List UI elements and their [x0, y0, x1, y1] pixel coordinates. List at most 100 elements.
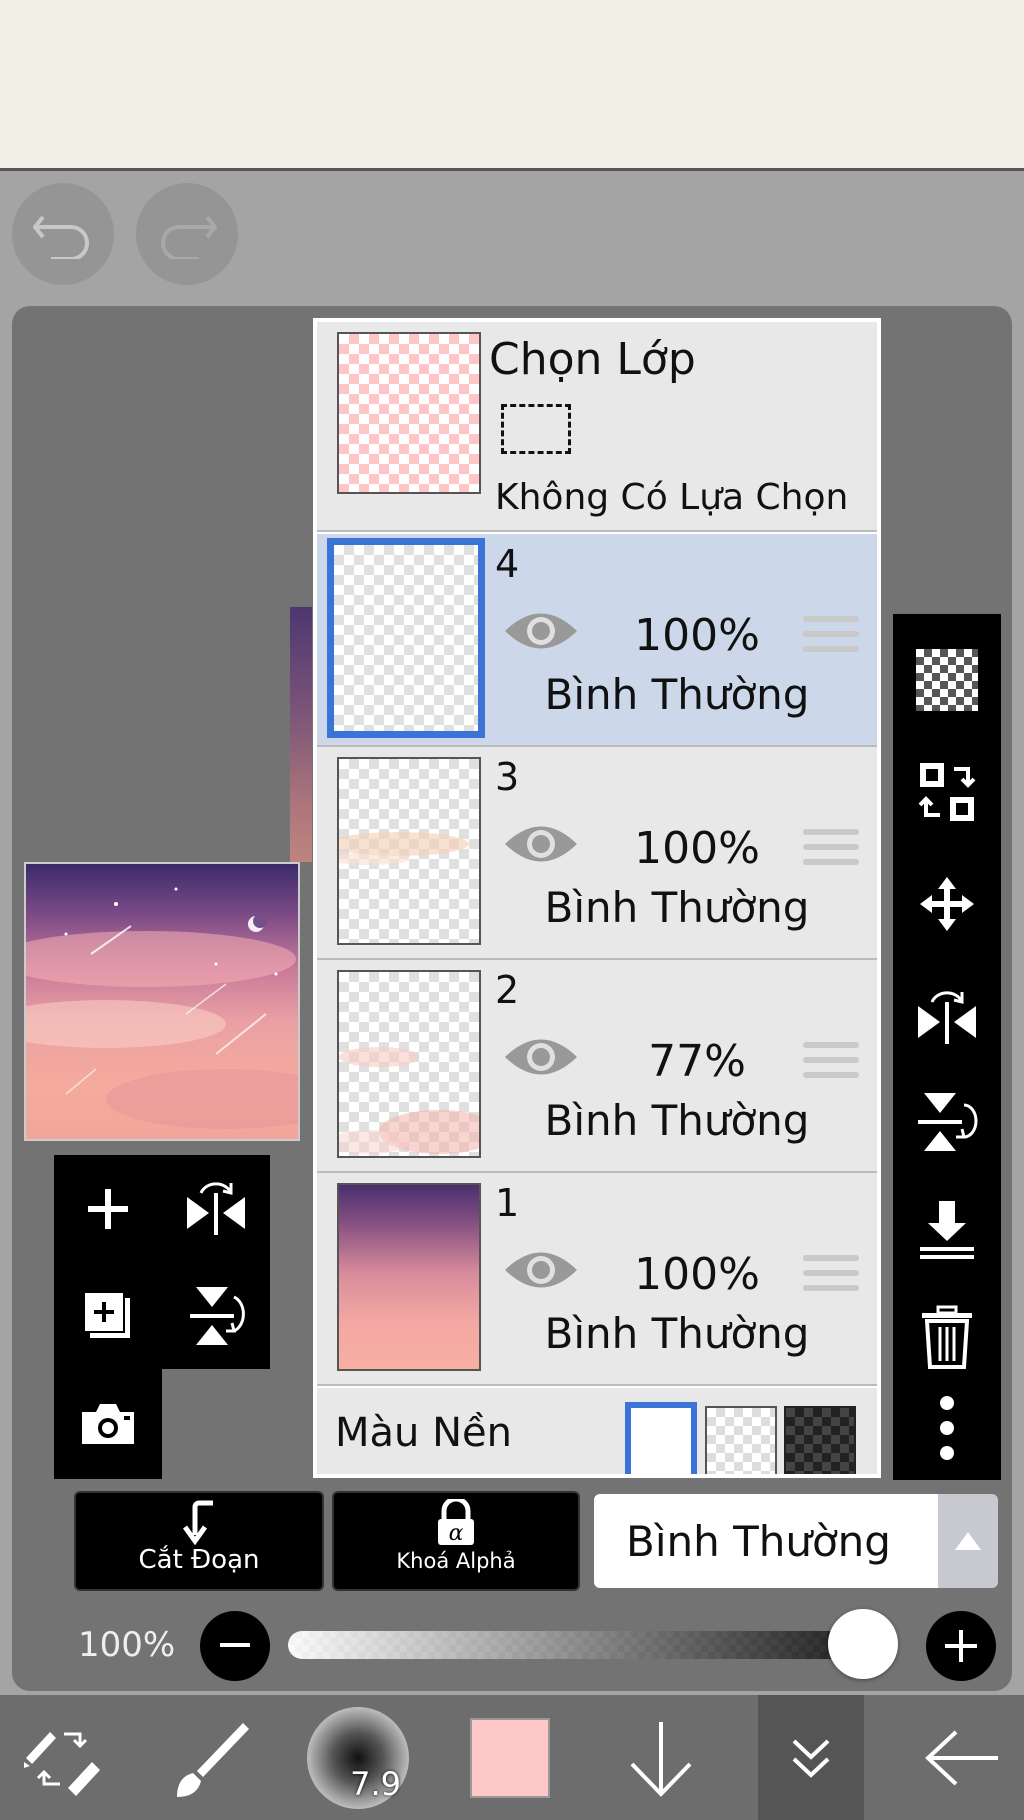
double-chevron-icon — [792, 1739, 830, 1778]
redo-icon — [161, 215, 217, 259]
opacity-slider-row: 100% — [0, 1605, 1024, 1685]
selection-thumbnail — [337, 332, 481, 494]
flip-h-button[interactable] — [893, 962, 1001, 1070]
layer-opacity: 100% — [634, 610, 760, 661]
add-layer-button[interactable] — [54, 1155, 162, 1262]
flip-horizontal-button[interactable] — [162, 1155, 270, 1262]
brush-preview: 7.9 — [307, 1706, 409, 1809]
layer-number: 4 — [495, 542, 520, 586]
clip-label: Cắt Đoạn — [138, 1545, 260, 1575]
current-color-swatch — [470, 1717, 550, 1798]
layer-thumbnail — [329, 757, 481, 945]
tool-switch-button[interactable] — [14, 1695, 110, 1820]
brush-icon — [177, 1722, 249, 1797]
transparency-button[interactable] — [893, 626, 1001, 734]
alpha-lock-icon: α — [438, 1496, 474, 1546]
flip-h-icon — [918, 991, 976, 1044]
opacity-slider-knob[interactable] — [828, 1609, 898, 1679]
flip-v-button[interactable] — [893, 1068, 1001, 1176]
minus-icon — [220, 1643, 250, 1647]
undo-button[interactable] — [12, 183, 114, 285]
back-arrow-icon — [925, 1730, 998, 1785]
drag-handle-icon[interactable] — [803, 829, 859, 874]
preview-art — [26, 887, 298, 1129]
alpha-lock-label: Khoá Alphả — [396, 1549, 516, 1573]
layer-thumbnail — [337, 1183, 481, 1371]
eye-icon[interactable] — [503, 1032, 579, 1082]
move-button[interactable] — [893, 850, 1001, 958]
blend-mode-select[interactable]: Bình Thường — [594, 1494, 938, 1588]
opacity-increase-button[interactable] — [926, 1611, 996, 1681]
brush-size-value: 7.9 — [350, 1764, 401, 1803]
flip-vertical-icon — [190, 1286, 245, 1345]
more-options-button[interactable] — [893, 1374, 1001, 1482]
opacity-value: 100% — [78, 1625, 176, 1665]
brush-size-button[interactable]: 7.9 — [306, 1695, 410, 1820]
opacity-decrease-button[interactable] — [200, 1611, 270, 1681]
eye-icon[interactable] — [503, 606, 579, 656]
drag-handle-icon[interactable] — [803, 1255, 859, 1300]
color-button[interactable] — [462, 1695, 558, 1820]
clip-icon — [182, 1500, 213, 1546]
opacity-slider-track[interactable] — [288, 1631, 898, 1659]
layer-row[interactable]: 4 100% Bình Thường — [317, 534, 877, 747]
eye-icon[interactable] — [503, 1245, 579, 1295]
svg-text:α: α — [449, 1521, 464, 1546]
layers-toggle-button[interactable] — [758, 1695, 864, 1820]
merge-down-icon — [920, 1201, 974, 1259]
layer-thumbnail — [327, 538, 485, 738]
background-color-row: Màu Nền — [317, 1388, 877, 1474]
layer-row[interactable]: 2 77% Bình Thường — [317, 960, 877, 1173]
bottom-toolbar: 7.9 — [0, 1695, 1024, 1820]
arrow-down-icon — [630, 1721, 692, 1797]
layer-blend-mode: Bình Thường — [544, 670, 810, 719]
undo-icon — [33, 215, 89, 259]
triangle-up-icon — [955, 1532, 981, 1550]
clip-button[interactable]: Cắt Đoạn — [74, 1491, 324, 1591]
background-label: Màu Nền — [335, 1410, 512, 1456]
flip-vertical-button[interactable] — [162, 1262, 270, 1369]
drag-handle-icon[interactable] — [803, 1042, 859, 1087]
redo-button[interactable] — [136, 183, 238, 285]
flip-horizontal-icon — [187, 1181, 245, 1235]
transparency-icon — [916, 649, 978, 711]
selection-status: Không Có Lựa Chọn — [495, 477, 849, 518]
merge-down-button[interactable] — [893, 1176, 1001, 1284]
layer-opacity: 77% — [648, 1036, 746, 1087]
layers-panel: Chọn Lớp Không Có Lựa Chọn 4 100% Bình T… — [313, 318, 881, 1478]
blend-mode-toggle[interactable] — [938, 1494, 998, 1588]
eye-icon[interactable] — [503, 819, 579, 869]
selection-marquee-icon — [501, 404, 571, 454]
bg-transparent-swatch[interactable] — [705, 1406, 777, 1474]
duplicate-layer-icon — [83, 1290, 130, 1338]
more-icon — [940, 1396, 954, 1460]
flip-v-icon — [918, 1093, 978, 1151]
duplicate-layer-button[interactable] — [54, 1262, 162, 1369]
swap-layers-button[interactable] — [893, 738, 1001, 846]
camera-button[interactable] — [54, 1369, 162, 1479]
camera-icon — [82, 1404, 134, 1444]
top-bar — [0, 0, 1024, 171]
layer-blend-mode: Bình Thường — [544, 1096, 810, 1145]
bg-white-swatch[interactable] — [625, 1402, 697, 1474]
layer-row[interactable]: 3 100% Bình Thường — [317, 747, 877, 960]
add-layer-icon — [88, 1188, 128, 1229]
plus-icon — [945, 1630, 977, 1662]
drag-handle-icon[interactable] — [803, 616, 859, 661]
canvas-preview[interactable] — [24, 862, 300, 1141]
alpha-lock-button[interactable]: α Khoá Alphả — [332, 1491, 580, 1591]
layer-opacity: 100% — [634, 1249, 760, 1300]
selection-layer-row[interactable]: Chọn Lớp Không Có Lựa Chọn — [317, 322, 877, 532]
back-button[interactable] — [912, 1695, 1012, 1820]
layer-down-button[interactable] — [618, 1695, 704, 1820]
blend-mode-value: Bình Thường — [626, 1516, 891, 1566]
move-icon — [920, 877, 974, 931]
brush-tool-button[interactable] — [160, 1695, 260, 1820]
bg-dark-swatch[interactable] — [784, 1406, 856, 1474]
selection-title: Chọn Lớp — [489, 334, 696, 385]
layer-opacity: 100% — [634, 823, 760, 874]
layer-row[interactable]: 1 100% Bình Thường — [317, 1173, 877, 1386]
layer-blend-mode: Bình Thường — [544, 883, 810, 932]
swap-layers-icon — [918, 763, 976, 821]
right-tools — [893, 614, 1001, 1480]
